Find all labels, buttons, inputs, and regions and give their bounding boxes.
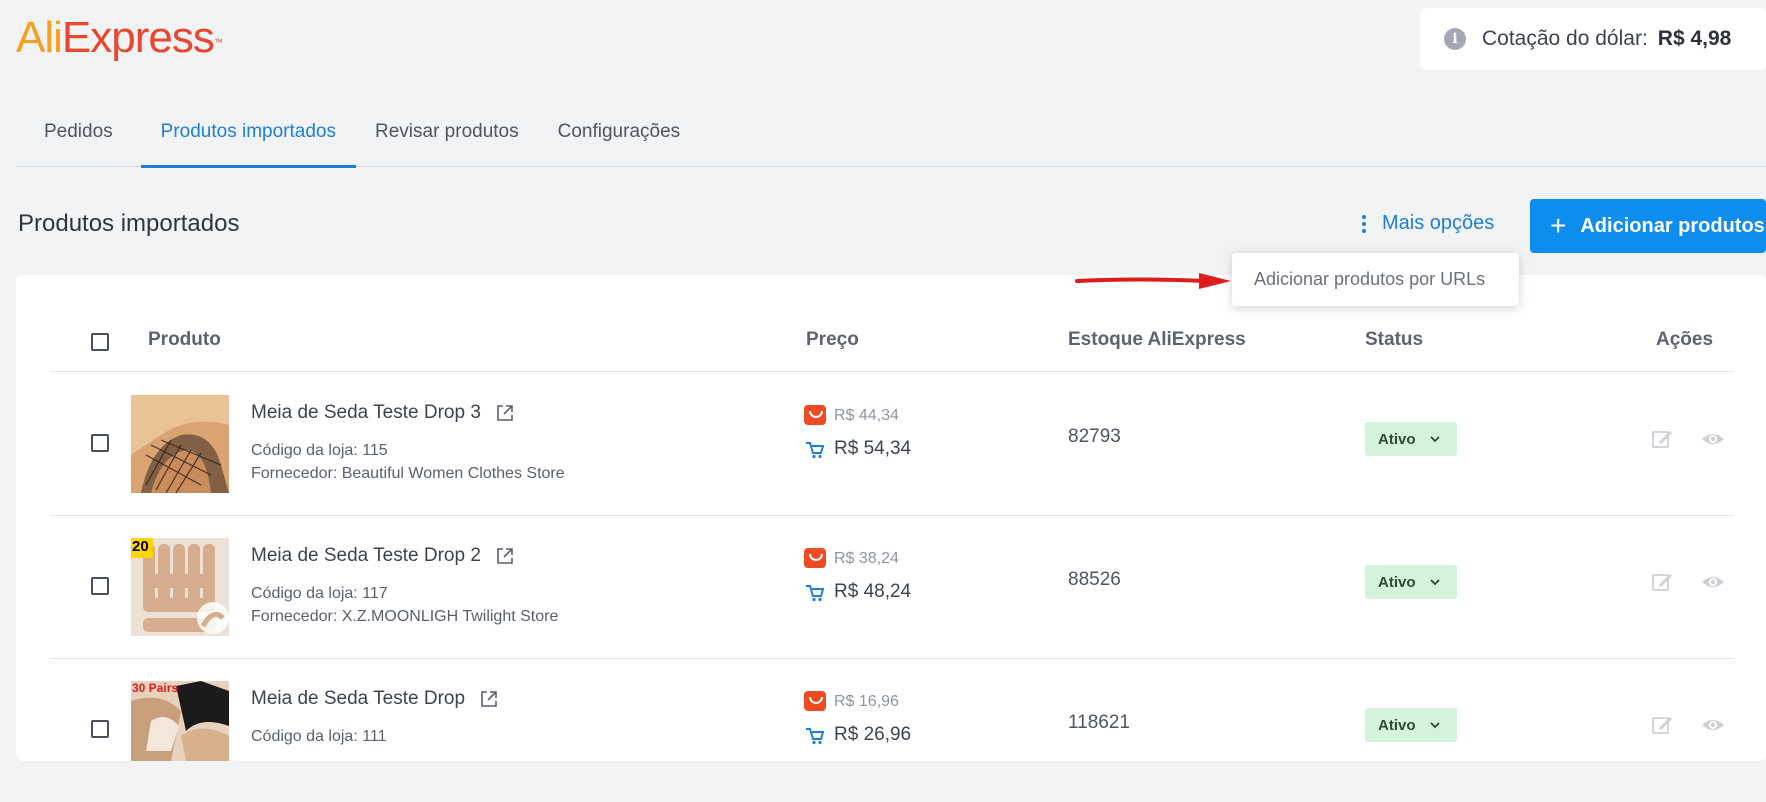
column-header-actions: Ações [1656, 329, 1714, 350]
price-sale: R$ 26,96 [834, 724, 912, 745]
add-products-button[interactable]: + Adicionar produtos [1530, 199, 1766, 253]
column-header-stock: Estoque AliExpress [1068, 329, 1246, 350]
tab-configuracoes[interactable]: Configurações [538, 108, 701, 167]
tab-produtos-importados[interactable]: Produtos importados [140, 108, 357, 168]
product-name[interactable]: Meia de Seda Teste Drop 2 [251, 545, 515, 567]
status-label: Ativo [1378, 573, 1416, 591]
tab-pedidos[interactable]: Pedidos [16, 108, 141, 167]
price-sale: R$ 48,24 [834, 581, 912, 602]
plus-icon: + [1550, 210, 1567, 241]
annotation-arrow [1075, 273, 1231, 289]
status-dropdown[interactable]: Ativo [1365, 708, 1457, 742]
logo-tm: ™ [213, 37, 223, 47]
column-header-product: Produto [148, 329, 221, 350]
exchange-rate-value: R$ 4,98 [1657, 27, 1732, 50]
tab-bar: Pedidos Produtos importados Revisar prod… [16, 108, 1766, 168]
external-link-icon[interactable] [495, 403, 515, 423]
store-code: Código da loja: 115 [251, 442, 388, 459]
status-label: Ativo [1378, 716, 1416, 734]
aliexpress-price-icon [804, 405, 826, 425]
aliexpress-price-icon [804, 691, 826, 711]
status-dropdown[interactable]: Ativo [1365, 565, 1457, 599]
supplier: Fornecedor: X.Z.MOONLIGH Twilight Store [251, 608, 559, 625]
row-checkbox[interactable] [91, 434, 109, 452]
more-options-button[interactable]: Mais opções [1362, 212, 1494, 235]
stock-value: 88526 [1068, 569, 1121, 590]
thumbnail-badge: 20 [132, 538, 149, 555]
price-original: R$ 44,34 [834, 407, 899, 424]
product-name[interactable]: Meia de Seda Teste Drop 3 [251, 402, 515, 424]
external-link-icon[interactable] [495, 546, 515, 566]
column-header-status: Status [1365, 329, 1424, 350]
logo-ali: Ali [16, 13, 63, 62]
aliexpress-logo: AliExpress™ [16, 13, 223, 62]
table-row: 30 Pairs Meia de Seda Teste Drop Código … [50, 659, 1734, 802]
product-name-text: Meia de Seda Teste Drop [251, 688, 466, 709]
product-thumbnail[interactable]: 30 Pairs [131, 681, 229, 761]
exchange-rate-label: Cotação do dólar: [1482, 27, 1648, 50]
stock-value: 82793 [1068, 426, 1121, 447]
aliexpress-price-icon [804, 548, 826, 568]
edit-icon[interactable] [1651, 571, 1673, 593]
product-thumbnail[interactable] [131, 395, 229, 493]
product-name-text: Meia de Seda Teste Drop 3 [251, 402, 481, 423]
products-card: Produto Preço Estoque AliExpress Status … [16, 275, 1766, 761]
info-icon[interactable]: i [1444, 28, 1466, 50]
add-products-label: Adicionar produtos [1580, 214, 1765, 237]
row-checkbox[interactable] [91, 720, 109, 738]
store-code: Código da loja: 111 [251, 728, 387, 745]
product-name-text: Meia de Seda Teste Drop 2 [251, 545, 481, 566]
eye-icon[interactable] [1701, 570, 1725, 594]
logo-express: Express [61, 13, 215, 62]
eye-icon[interactable] [1701, 427, 1725, 451]
price-original: R$ 38,24 [834, 550, 899, 567]
store-code: Código da loja: 117 [251, 585, 388, 602]
cart-icon [806, 585, 825, 602]
stock-value: 118621 [1068, 712, 1130, 733]
kebab-icon [1362, 214, 1366, 233]
eye-icon[interactable] [1701, 713, 1725, 737]
cart-icon [806, 442, 825, 459]
product-thumbnail[interactable]: 20 [131, 538, 229, 636]
select-all-checkbox[interactable] [91, 333, 109, 351]
row-checkbox[interactable] [91, 577, 109, 595]
chevron-down-icon [1429, 436, 1440, 443]
cart-icon [806, 728, 825, 745]
more-options-menu-item-add-by-urls[interactable]: Adicionar produtos por URLs [1232, 253, 1519, 306]
price-sale: R$ 54,34 [834, 438, 912, 459]
thumbnail-badge: 30 Pairs [132, 681, 179, 695]
chevron-down-icon [1429, 579, 1440, 586]
edit-icon[interactable] [1651, 714, 1673, 736]
tab-revisar-produtos[interactable]: Revisar produtos [356, 108, 538, 167]
page-title: Produtos importados [18, 210, 240, 237]
more-options-label: Mais opções [1382, 212, 1495, 234]
status-dropdown[interactable]: Ativo [1365, 422, 1457, 456]
supplier: Fornecedor: Beautiful Women Clothes Stor… [251, 465, 565, 482]
exchange-rate-box: i Cotação do dólar: R$ 4,98 [1420, 8, 1766, 70]
product-name[interactable]: Meia de Seda Teste Drop [251, 688, 499, 710]
price-original: R$ 16,96 [834, 693, 899, 710]
table-header: Produto Preço Estoque AliExpress Status … [50, 311, 1734, 372]
table-row: Meia de Seda Teste Drop 3 Código da loja… [50, 373, 1734, 516]
status-label: Ativo [1378, 430, 1416, 448]
table-row: 20 Meia de Seda Teste Drop 2 Código da l… [50, 516, 1734, 659]
column-header-price: Preço [806, 329, 859, 350]
chevron-down-icon [1429, 722, 1440, 729]
external-link-icon[interactable] [479, 689, 499, 709]
edit-icon[interactable] [1651, 428, 1673, 450]
